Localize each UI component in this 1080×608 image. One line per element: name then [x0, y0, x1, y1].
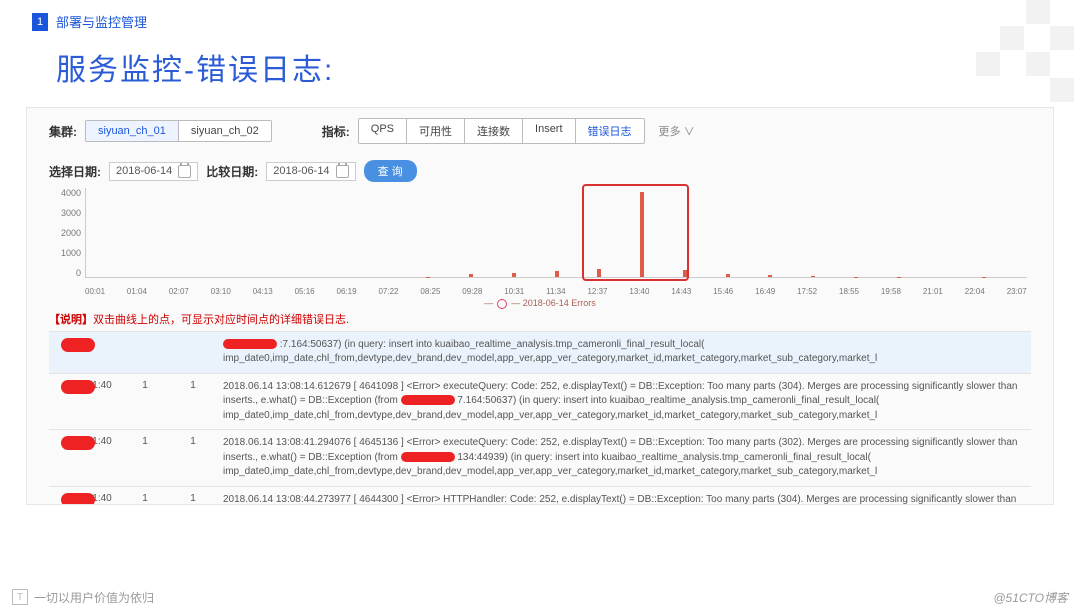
footer-right-text: @51CTO博客 — [993, 589, 1068, 606]
compare-date-value: 2018-06-14 — [273, 165, 329, 177]
redact-inline-icon — [401, 395, 455, 405]
redact-inline-icon — [223, 339, 277, 349]
footer-logo-icon: T — [12, 589, 28, 605]
cluster-label: 集群: — [49, 123, 77, 140]
redact-pill-icon — [61, 338, 95, 352]
legend-marker-icon — [497, 299, 507, 309]
select-date-value: 2018-06-14 — [116, 165, 172, 177]
query-button[interactable]: 查 询 — [364, 160, 417, 182]
metric-tab-errlog[interactable]: 错误日志 — [575, 119, 644, 143]
chart-yaxis: 40003000200010000 — [49, 188, 85, 278]
select-date-label: 选择日期: — [49, 163, 101, 180]
chart-note: 【说明】双击曲线上的点，可显示对应时间点的详细错误日志. — [49, 311, 1031, 327]
redact-pill-icon — [61, 380, 95, 394]
chart-highlight-box — [582, 184, 689, 281]
cluster-tab-0[interactable]: siyuan_ch_01 — [86, 121, 178, 141]
metric-tab-qps[interactable]: QPS — [359, 119, 406, 143]
note-text: 双击曲线上的点，可显示对应时间点的详细错误日志. — [93, 314, 349, 326]
chart-xaxis: 00:0101:0402:0703:1004:1305:1606:1907:22… — [85, 287, 1027, 296]
breadcrumb: 1 部署与监控管理 — [32, 12, 1048, 31]
table-row[interactable]: :7.164:50637) (in query: insert into kua… — [49, 331, 1031, 373]
redact-pill-icon — [61, 493, 95, 505]
legend-text: 2018-06-14 Errors — [523, 298, 596, 308]
metric-tabs: QPS 可用性 连接数 Insert 错误日志 — [358, 118, 645, 144]
page-title: 服务监控-错误日志: — [56, 45, 1048, 89]
footer-left-text: 一切以用户价值为依归 — [34, 589, 154, 606]
redact-inline-icon — [401, 452, 455, 462]
error-chart[interactable]: 40003000200010000 00:0101:0402:0703:1004… — [49, 188, 1031, 296]
metric-tab-conn[interactable]: 连接数 — [464, 119, 522, 143]
calendar-icon — [178, 165, 191, 178]
cluster-tabs: siyuan_ch_01 siyuan_ch_02 — [85, 120, 272, 142]
metric-tab-insert[interactable]: Insert — [522, 119, 575, 143]
table-row[interactable]: 1:40112018.06.14 13:08:14.612679 [ 46410… — [49, 373, 1031, 430]
compare-date-label: 比较日期: — [206, 163, 258, 180]
dashboard-card: 集群: siyuan_ch_01 siyuan_ch_02 指标: QPS 可用… — [26, 107, 1054, 505]
select-date-input[interactable]: 2018-06-14 — [109, 162, 198, 181]
calendar-icon — [336, 165, 349, 178]
table-row[interactable]: 1:40112018.06.14 13:08:44.273977 [ 46443… — [49, 486, 1031, 505]
chart-plot — [85, 188, 1027, 278]
metric-tab-avail[interactable]: 可用性 — [406, 119, 464, 143]
metric-more[interactable]: 更多 ∨ — [653, 119, 701, 143]
cluster-tab-1[interactable]: siyuan_ch_02 — [178, 121, 271, 141]
chart-legend: —— 2018-06-14 Errors — [49, 298, 1031, 309]
section-index-badge: 1 — [32, 13, 48, 31]
note-tag: 【说明】 — [49, 314, 93, 326]
footer: T 一切以用户价值为依归 @51CTO博客 — [0, 586, 1080, 608]
metric-label: 指标: — [322, 123, 350, 140]
breadcrumb-text: 部署与监控管理 — [56, 12, 147, 31]
redact-pill-icon — [61, 436, 95, 450]
log-table: :7.164:50637) (in query: insert into kua… — [49, 331, 1031, 505]
table-row[interactable]: 1:40112018.06.14 13:08:41.294076 [ 46451… — [49, 430, 1031, 487]
compare-date-input[interactable]: 2018-06-14 — [266, 162, 355, 181]
